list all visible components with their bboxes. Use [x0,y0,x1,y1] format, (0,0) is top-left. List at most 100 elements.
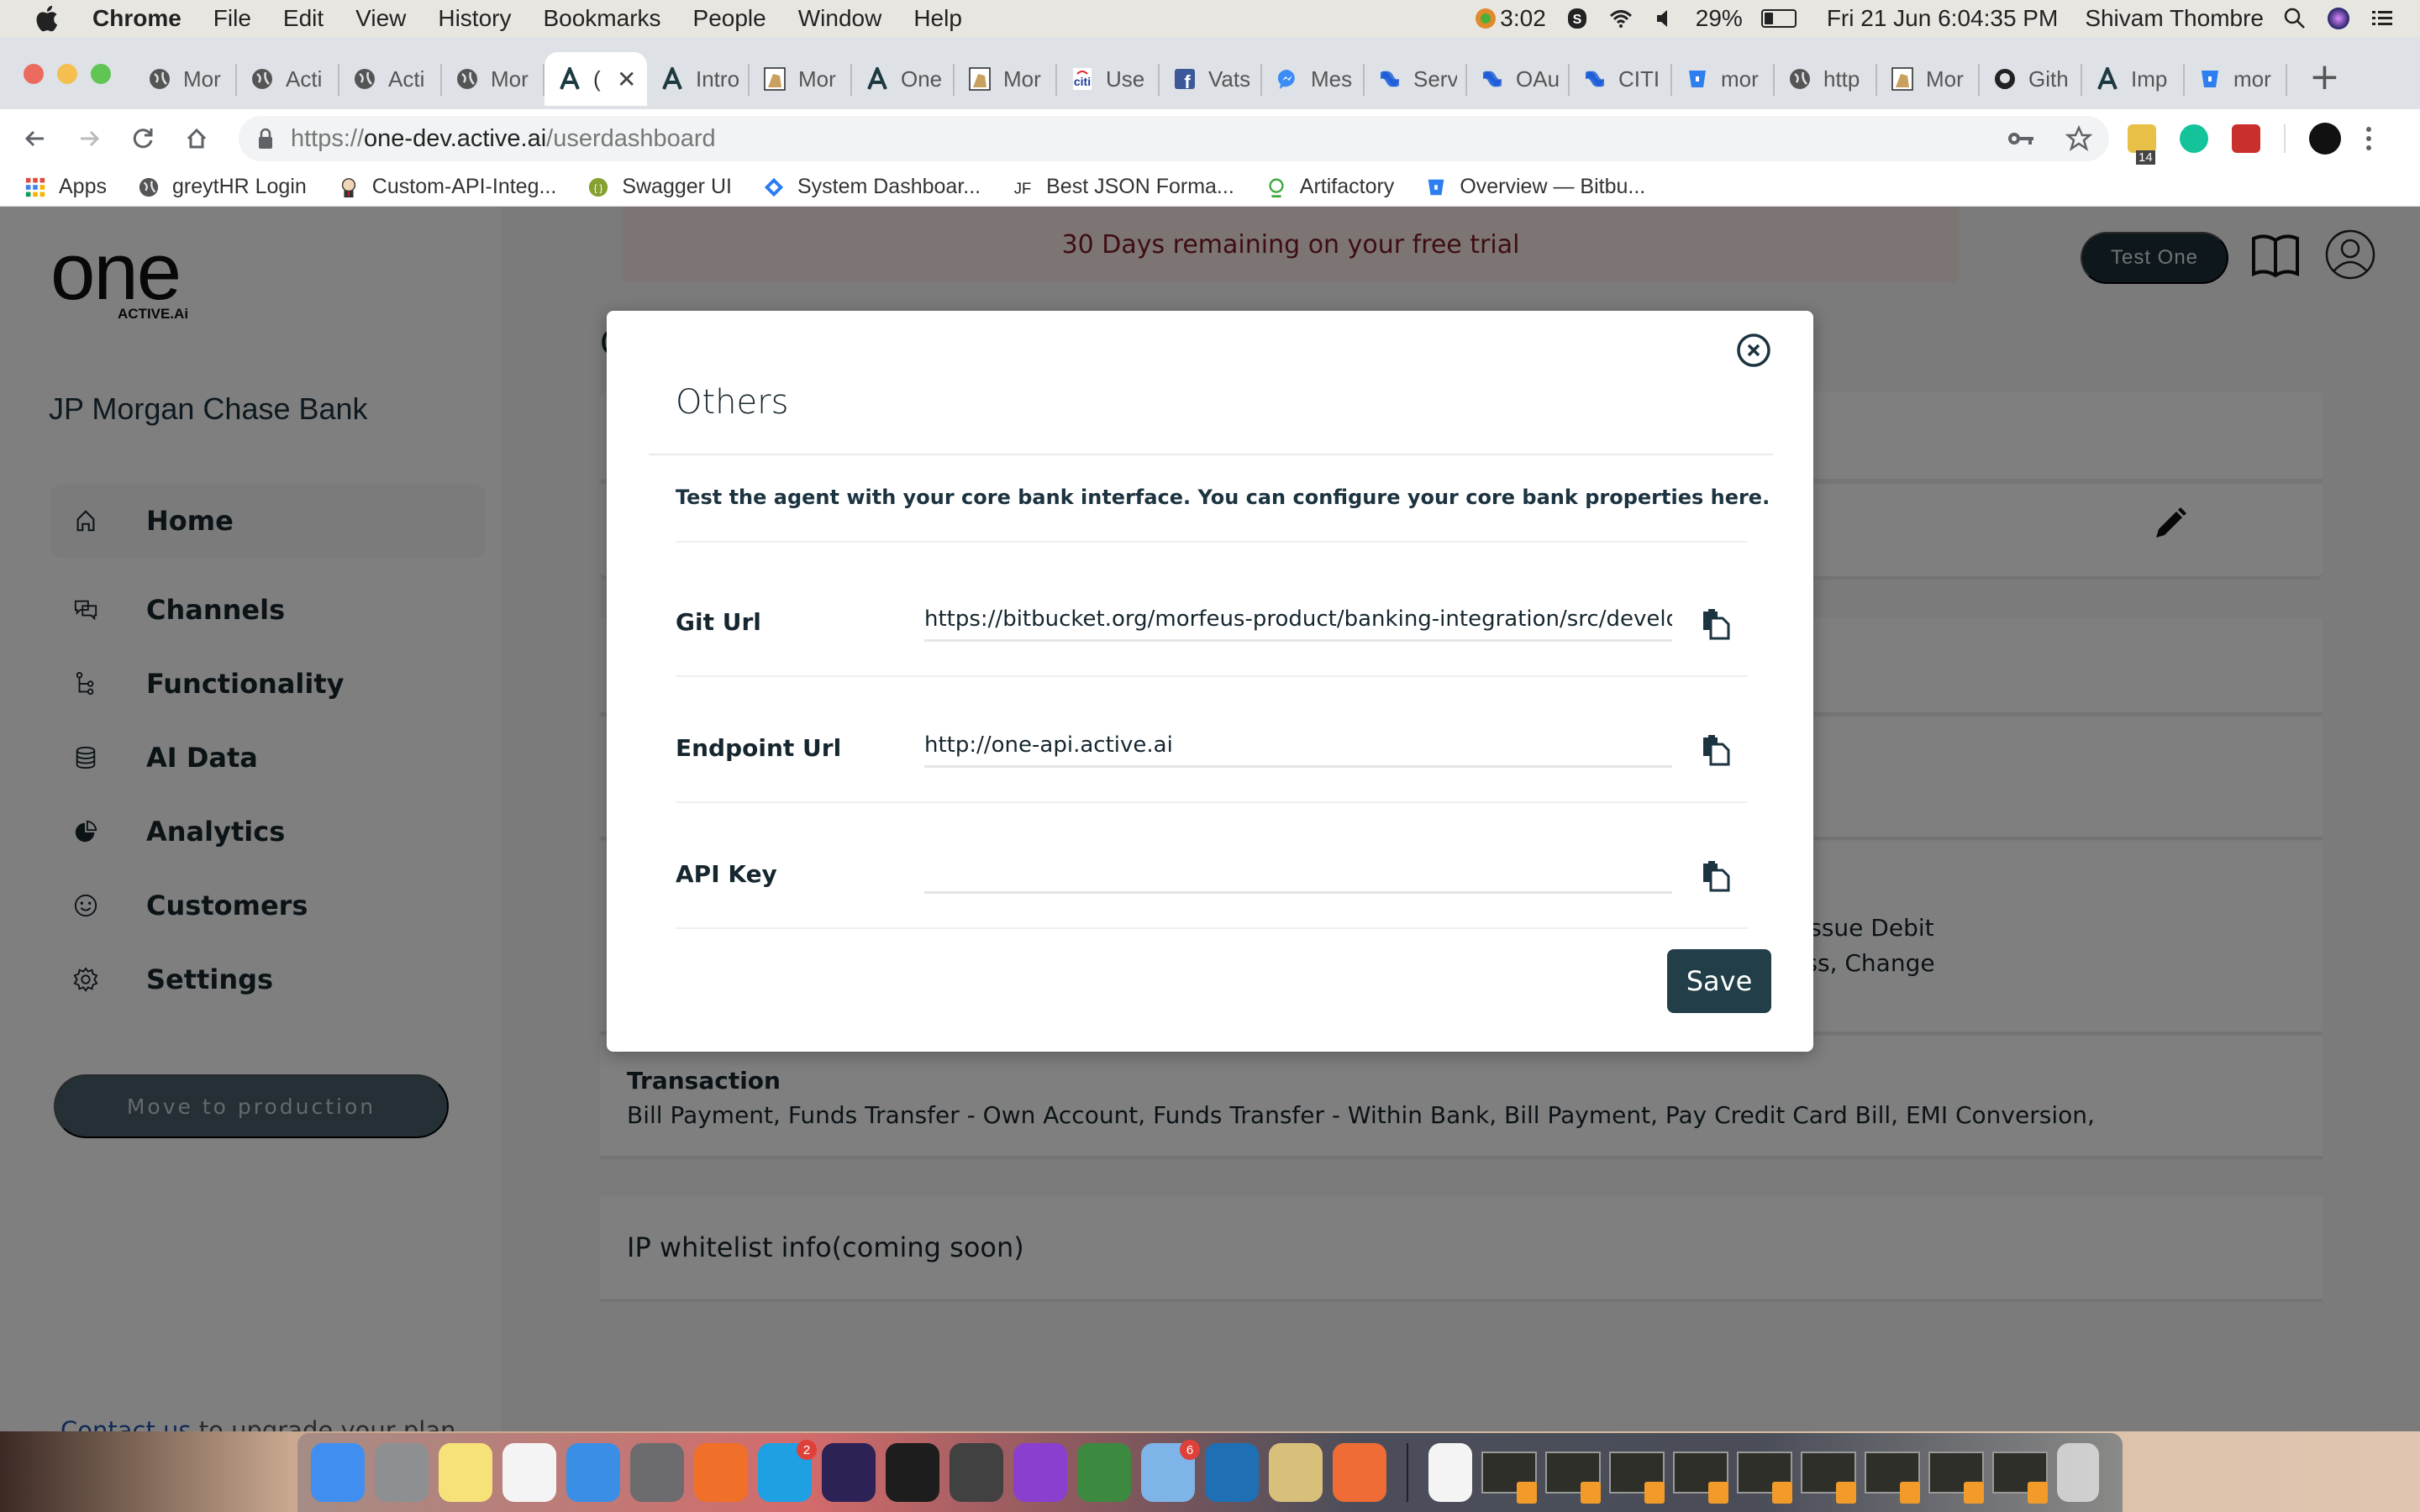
dock-trash[interactable] [2057,1443,2099,1502]
bookmark-item[interactable]: System Dashboar... [762,175,981,199]
dock-minimized-window[interactable] [1992,1452,2048,1504]
dock-app-mail[interactable]: 6 [1141,1440,1200,1502]
dock-app-sublime-text[interactable] [950,1443,1003,1502]
chrome-menu-icon[interactable] [2365,124,2373,153]
menu-bookmarks[interactable]: Bookmarks [543,5,660,32]
bookmark-item[interactable]: Artifactory [1265,175,1394,199]
key-icon[interactable] [2007,129,2035,148]
wifi-icon[interactable] [1608,6,1634,31]
notification-center-icon[interactable] [2370,6,2395,31]
tab[interactable]: citi Use [1057,52,1160,106]
dock-app-keynote[interactable] [566,1443,620,1502]
timer-status[interactable]: 3:02 [1473,5,1546,32]
menu-help[interactable]: Help [913,5,962,32]
clock[interactable]: Fri 21 Jun 6:04:35 PM [1827,5,2058,32]
close-tab-icon[interactable]: ✕ [617,66,636,93]
tab[interactable]: Mor [134,52,237,106]
dock-app-system-preferences[interactable] [630,1443,684,1502]
tab[interactable]: One [852,52,955,106]
tab[interactable]: mor [2185,52,2287,106]
close-window-button[interactable] [24,64,44,84]
dock-app-vs-code[interactable] [1205,1443,1259,1502]
lock-icon[interactable] [257,128,274,150]
skype-status-icon[interactable]: S [1565,6,1590,31]
dock-app-finder[interactable] [311,1443,365,1502]
back-button[interactable] [17,120,54,157]
dock-app-notes[interactable] [439,1443,492,1502]
tab[interactable]: Intro [647,52,750,106]
spotlight-search-icon[interactable] [2282,6,2307,31]
tab[interactable]: mor [1672,52,1775,106]
menu-file[interactable]: File [213,5,251,32]
dock-app-firefox[interactable] [694,1443,748,1502]
dock-app-terminal[interactable] [886,1443,939,1502]
tab[interactable]: Gith [1980,52,2082,106]
dock-minimized-window[interactable] [1481,1452,1537,1504]
bookmark-star-icon[interactable] [2065,125,2092,152]
tab-active[interactable]: (✕ [544,52,647,106]
grammarly-extension-icon[interactable] [2180,124,2208,153]
new-tab-button[interactable]: + [2309,52,2340,109]
close-modal-icon[interactable] [1736,333,1771,368]
dock-app-postman[interactable] [1333,1443,1386,1502]
battery-icon[interactable] [1760,9,1797,28]
forward-button[interactable] [71,120,108,157]
dock-minimized-window[interactable] [1865,1452,1920,1504]
bookmark-item[interactable]: Apps [24,175,107,199]
git-url-input[interactable] [924,598,1672,642]
tab[interactable]: Mor [442,52,544,106]
tab[interactable]: Mor [750,52,852,106]
menu-history[interactable]: History [438,5,511,32]
bookmark-item[interactable]: { } Swagger UI [587,175,732,199]
menu-app-name[interactable]: Chrome [92,5,182,32]
tab[interactable]: f Vats [1160,52,1262,106]
tab[interactable]: Acti [339,52,442,106]
dock-minimized-window[interactable] [1801,1452,1856,1504]
address-bar[interactable]: https:// one-dev.active.ai /userdashboar… [239,116,2109,161]
extension-icon-3[interactable] [2232,124,2260,153]
save-button[interactable]: Save [1667,949,1771,1013]
menu-window[interactable]: Window [798,5,882,32]
bookmark-item[interactable]: Custom-API-Integ... [337,175,556,199]
home-button[interactable] [178,120,215,157]
dock-minimized-window[interactable] [1737,1452,1792,1504]
tab[interactable]: http [1775,52,1877,106]
tab[interactable]: Acti [237,52,339,106]
tab[interactable]: Mor [1877,52,1980,106]
tab[interactable]: Serv [1365,52,1467,106]
bookmark-item[interactable]: greytHR Login [137,175,307,199]
dock-app-launchpad[interactable] [375,1443,429,1502]
apple-menu-icon[interactable] [34,4,59,33]
dock-minimized-window[interactable] [1928,1452,1984,1504]
dock-minimized-window[interactable] [1673,1452,1728,1504]
menu-people[interactable]: People [693,5,766,32]
tab[interactable]: Mes [1262,52,1365,106]
reload-button[interactable] [124,120,161,157]
dock-app-skype[interactable]: 2 [758,1440,817,1502]
bookmark-item[interactable]: Overview — Bitbu... [1424,175,1645,199]
menu-edit[interactable]: Edit [283,5,324,32]
copy-endpoint-url-icon[interactable] [1701,732,1731,766]
profile-avatar[interactable] [2309,123,2341,155]
endpoint-url-input[interactable] [924,724,1672,768]
tab[interactable]: Mor [955,52,1057,106]
minimize-window-button[interactable] [57,64,77,84]
bookmark-item[interactable]: JF Best JSON Forma... [1011,175,1234,199]
maximize-window-button[interactable] [91,64,111,84]
volume-icon[interactable] [1652,6,1677,31]
dock-app-reminders[interactable] [502,1443,556,1502]
dock-app-chrome[interactable] [1077,1443,1131,1502]
dock-minimized-window[interactable] [1545,1452,1601,1504]
api-key-input[interactable] [924,850,1672,894]
siri-icon[interactable] [2326,6,2351,31]
dock-app-intellij-idea[interactable] [1013,1443,1067,1502]
dock-app-eclipse[interactable] [822,1443,876,1502]
user-name[interactable]: Shivam Thombre [2085,5,2264,32]
extension-icon-1[interactable]: 14 [2128,124,2156,165]
copy-api-key-icon[interactable] [1701,858,1731,892]
dock-app-sequel-pro[interactable] [1269,1443,1323,1502]
copy-git-url-icon[interactable] [1701,606,1731,640]
dock-documents-folder[interactable] [1428,1443,1472,1502]
tab[interactable]: CITI [1570,52,1672,106]
tab[interactable]: OAu [1467,52,1570,106]
